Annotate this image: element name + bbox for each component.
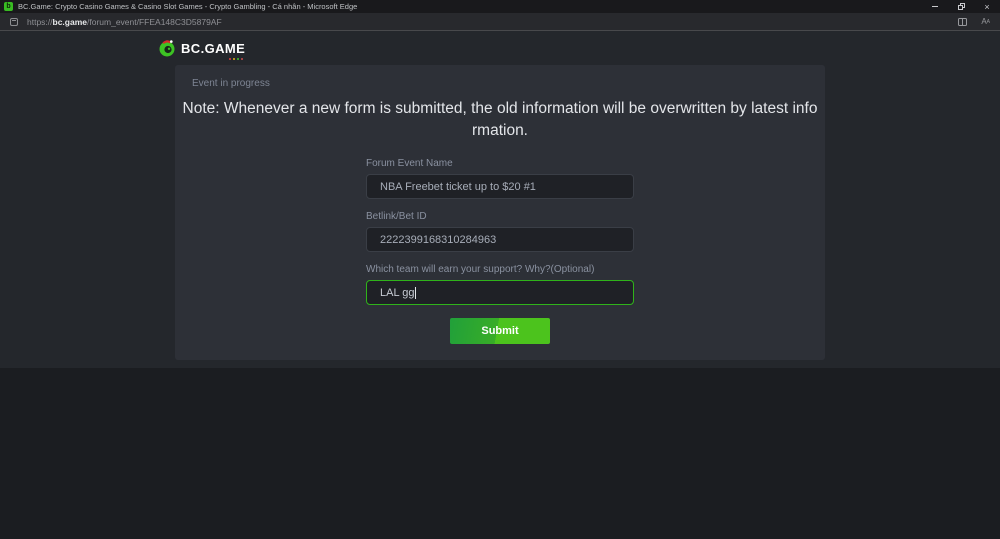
page-content: BC.GAME Event in progress Note: Whenever… (0, 31, 1000, 368)
event-status: Event in progress (192, 78, 825, 89)
minimize-button[interactable] (922, 0, 948, 13)
brand-icon (158, 39, 176, 57)
event-panel: Event in progress Note: Whenever a new f… (175, 65, 825, 360)
overwrite-note: Note: Whenever a new form is submitted, … (182, 98, 818, 142)
festive-lights-decoration (229, 58, 243, 60)
split-screen-icon (958, 18, 967, 26)
submit-button[interactable]: Submit (450, 318, 550, 344)
restore-icon (958, 3, 965, 10)
bc-game-favicon-icon: b (4, 2, 13, 11)
submit-row: Submit (366, 318, 634, 344)
url-scheme: https:// (27, 17, 53, 27)
window-title: BC.Game: Crypto Casino Games & Casino Sl… (18, 2, 357, 11)
split-screen-button[interactable] (958, 18, 967, 26)
forum-event-name-label: Forum Event Name (366, 158, 634, 170)
text-caret (415, 287, 416, 299)
window-titlebar: b BC.Game: Crypto Casino Games & Casino … (0, 0, 1000, 13)
minimize-icon (932, 6, 938, 7)
betlink-id-input[interactable]: 2222399168310284963 (366, 227, 634, 252)
maximize-restore-button[interactable] (948, 0, 974, 13)
url-path: /forum_event/FFEA148C3D5879AF (87, 17, 222, 27)
bc-game-logo[interactable]: BC.GAME (158, 39, 245, 57)
brand-text: BC.GAME (181, 41, 245, 56)
forum-event-name-value: NBA Freebet ticket up to $20 #1 (380, 181, 536, 193)
page-url: https://bc.game/forum_event/FFEA148C3D58… (27, 17, 222, 27)
betlink-id-value: 2222399168310284963 (380, 234, 496, 246)
read-aloud-button[interactable]: AA (981, 18, 990, 26)
addressbar-actions: AA (958, 18, 990, 26)
window-controls: × (922, 0, 1000, 13)
betlink-id-label: Betlink/Bet ID (366, 211, 634, 223)
forum-event-name-input[interactable]: NBA Freebet ticket up to $20 #1 (366, 174, 634, 199)
team-support-label: Which team will earn your support? Why?(… (366, 264, 634, 276)
url-domain: bc.game (53, 17, 88, 27)
event-form: Forum Event Name NBA Freebet ticket up t… (366, 158, 634, 344)
site-header: BC.GAME (0, 31, 1000, 55)
address-bar[interactable]: https://bc.game/forum_event/FFEA148C3D58… (0, 13, 1000, 31)
team-support-input[interactable]: LAL gg (366, 280, 634, 305)
close-button[interactable]: × (974, 0, 1000, 13)
site-info-icon[interactable] (10, 18, 18, 26)
team-support-value: LAL gg (380, 287, 414, 299)
